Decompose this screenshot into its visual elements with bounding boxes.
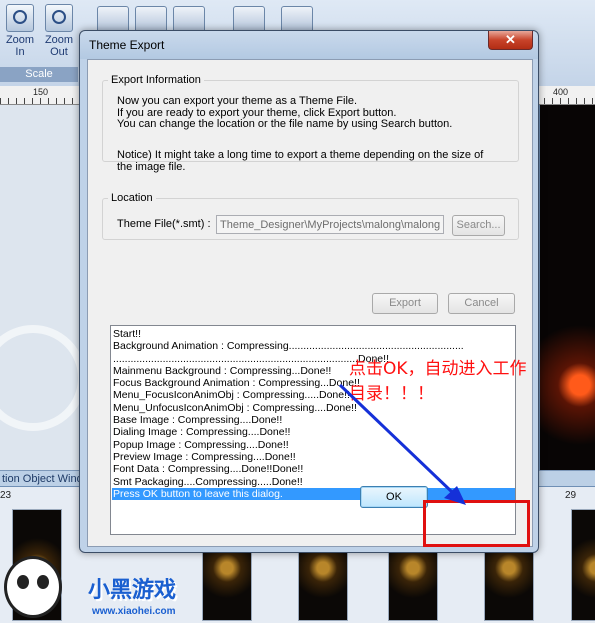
annotation-arrow xyxy=(338,383,466,505)
annotation-arrow-shaft xyxy=(338,383,454,494)
